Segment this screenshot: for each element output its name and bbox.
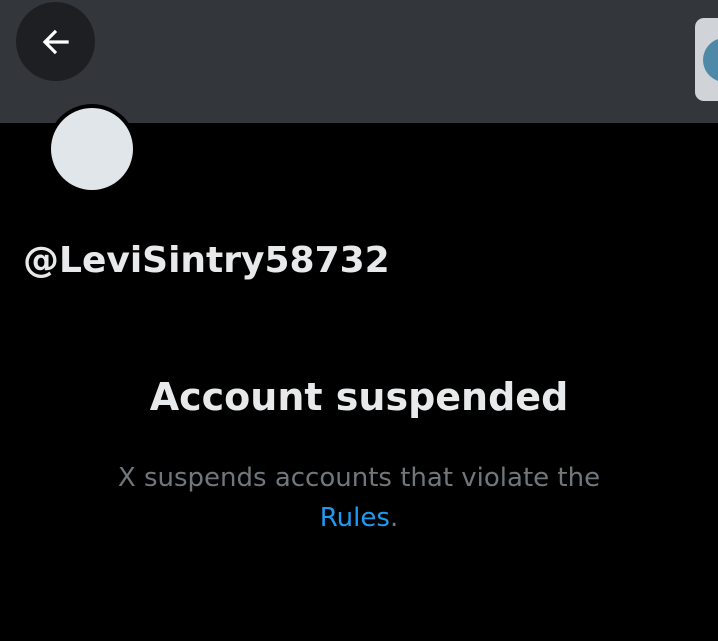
back-button[interactable] — [16, 2, 95, 81]
rules-link[interactable]: Rules — [320, 503, 390, 533]
arrow-left-icon — [37, 23, 75, 61]
profile-banner — [0, 0, 718, 123]
suspension-title: Account suspended — [149, 375, 569, 419]
description-period: . — [389, 503, 399, 533]
suspension-description: X suspends accounts that violate the Rul… — [0, 458, 718, 538]
floating-overlay-widget[interactable] — [695, 18, 718, 101]
profile-page: @LeviSintry58732 Account suspended X sus… — [0, 0, 718, 641]
suspension-description-text: X suspends accounts that violate the — [117, 463, 601, 493]
avatar-placeholder — [51, 108, 133, 190]
profile-handle: @LeviSintry58732 — [23, 240, 390, 281]
suspension-description-line-2: Rules. — [0, 498, 718, 538]
avatar — [47, 104, 137, 194]
globe-icon — [703, 38, 718, 82]
